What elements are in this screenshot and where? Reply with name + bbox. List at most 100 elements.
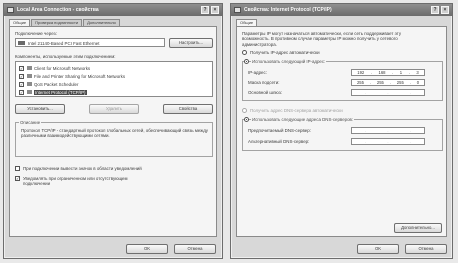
component-checkbox[interactable]: ✓: [19, 90, 24, 95]
ip-address-label: IP-адрес:: [248, 70, 267, 75]
auto-ip-label: Получить IP-адрес автоматически: [250, 50, 320, 55]
network-connection-icon: [7, 7, 14, 13]
component-label: File and Printer Sharing for Microsoft N…: [34, 74, 126, 79]
tab-advanced[interactable]: Дополнительно: [83, 19, 120, 26]
component-checkbox[interactable]: ✓: [19, 74, 24, 79]
configure-button[interactable]: Настроить...: [169, 38, 213, 48]
component-label: QoS Packet Scheduler: [34, 82, 79, 87]
mask-octet: 255: [396, 80, 404, 85]
close-button[interactable]: ×: [211, 6, 219, 14]
auto-dns-label: Получить адрес DNS-сервера автоматически: [250, 108, 343, 113]
list-item-selected[interactable]: ✓ Internet Protocol (TCP/IP): [16, 89, 212, 96]
close-button[interactable]: ×: [441, 6, 449, 14]
properties-icon: [234, 7, 241, 13]
list-item[interactable]: ✓ Client for Microsoft Networks: [16, 65, 212, 72]
ip-dot: .: [410, 128, 412, 133]
description-label: Описание: [19, 120, 42, 126]
ip-octet: 1: [399, 70, 403, 75]
help-button[interactable]: ?: [201, 6, 209, 14]
ip-dot: .: [364, 128, 366, 133]
network-service-icon: [27, 82, 32, 86]
manual-ip-radio[interactable]: [244, 59, 249, 64]
ip-dot: .: [392, 70, 394, 75]
component-checkbox[interactable]: ✓: [19, 66, 24, 71]
ip-dot: .: [410, 139, 412, 144]
local-area-connection-properties-window: Local Area Connection - свойства ? × Общ…: [3, 3, 223, 259]
notify-label: Уведомлять при ограниченном или отсутств…: [23, 176, 128, 187]
mask-octet: 255: [356, 80, 364, 85]
network-client-icon: [27, 66, 32, 70]
cancel-button[interactable]: Отмена: [174, 244, 216, 254]
ip-address-field[interactable]: 192 . 168 . 1 . 3: [351, 69, 425, 76]
ip-dot: .: [409, 80, 411, 85]
manual-dns-group: Использовать следующие адреса DNS-сервер…: [242, 117, 443, 151]
ip-dot: .: [389, 80, 391, 85]
show-icon-label: При подключении вывести значок в области…: [23, 166, 142, 171]
description-text: Протокол TCP/IP - стандартный протокол г…: [21, 128, 208, 139]
advanced-button[interactable]: Дополнительно...: [394, 223, 442, 233]
ip-octet: 3: [416, 70, 419, 75]
component-label: Client for Microsoft Networks: [34, 66, 91, 71]
ip-dot: .: [370, 70, 372, 75]
list-item[interactable]: ✓ File and Printer Sharing for Microsoft…: [16, 73, 212, 80]
notify-checkbox[interactable]: ✓: [15, 176, 20, 181]
description-group: Описание Протокол TCP/IP - стандартный п…: [15, 120, 213, 157]
ip-octet: 192: [357, 70, 365, 75]
ip-dot: .: [364, 90, 366, 95]
ip-dot: .: [410, 90, 412, 95]
ok-button[interactable]: OK: [126, 244, 168, 254]
uninstall-button[interactable]: Удалить: [89, 104, 139, 114]
help-button[interactable]: ?: [431, 6, 439, 14]
gateway-label: Основной шлюз:: [248, 90, 282, 95]
tab-general[interactable]: Общие: [9, 19, 31, 26]
component-label: Internet Protocol (TCP/IP): [34, 90, 87, 96]
ip-dot: .: [387, 139, 389, 144]
right-window-titlebar[interactable]: Свойства: Internet Protocol (TCP/IP) ? ×: [231, 4, 452, 16]
adapter-field: Intel 21140-Based PCI Fast Ethernet: [15, 38, 165, 47]
ok-button[interactable]: OK: [357, 244, 399, 254]
mask-octet: 0: [416, 80, 420, 85]
components-label: Компоненты, используемые этим подключени…: [15, 54, 116, 59]
right-tab-strip: Общие: [236, 19, 258, 26]
ip-dot: .: [387, 90, 389, 95]
ip-dot: .: [369, 80, 371, 85]
list-item[interactable]: ✓ QoS Packet Scheduler: [16, 81, 212, 88]
subnet-mask-label: Маска подсети:: [248, 80, 280, 85]
ip-dot: .: [364, 139, 366, 144]
network-adapter-icon: [18, 41, 25, 45]
auto-ip-radio[interactable]: [242, 50, 247, 55]
ip-octet: 168: [378, 70, 386, 75]
tab-authentication[interactable]: Проверка подлинности: [31, 19, 83, 26]
mask-octet: 255: [376, 80, 384, 85]
manual-ip-label: Использовать следующий IP-адрес:: [251, 59, 327, 65]
left-window-title: Local Area Connection - свойства: [17, 7, 99, 13]
components-list[interactable]: ✓ Client for Microsoft Networks ✓ File a…: [15, 61, 213, 97]
subnet-mask-field[interactable]: 255 . 255 . 255 . 0: [351, 79, 425, 86]
manual-dns-radio[interactable]: [244, 117, 249, 122]
left-general-panel: Подключение через: Intel 21140-Based PCI…: [9, 26, 217, 237]
install-button[interactable]: Установить...: [15, 104, 65, 114]
manual-ip-group: Использовать следующий IP-адрес: IP-адре…: [242, 59, 443, 101]
component-checkbox[interactable]: ✓: [19, 82, 24, 87]
properties-button[interactable]: Свойства: [163, 104, 213, 114]
left-window-titlebar[interactable]: Local Area Connection - свойства ? ×: [4, 4, 222, 16]
alternate-dns-field[interactable]: . . .: [351, 138, 425, 145]
gateway-field[interactable]: . . .: [351, 89, 425, 96]
show-icon-checkbox[interactable]: [15, 166, 20, 171]
cancel-button[interactable]: Отмена: [405, 244, 447, 254]
ip-dot: .: [408, 70, 410, 75]
alternate-dns-label: Альтернативный DNS-сервер:: [248, 139, 310, 144]
manual-dns-label: Использовать следующие адреса DNS-сервер…: [251, 117, 355, 123]
tab-general[interactable]: Общие: [236, 19, 258, 26]
right-general-panel: Параметры IP могут назначаться автоматич…: [236, 26, 447, 237]
preferred-dns-label: Предпочитаемый DNS-сервер:: [248, 128, 311, 133]
network-service-icon: [27, 74, 32, 78]
network-protocol-icon: [27, 90, 32, 94]
connect-using-label: Подключение через:: [15, 31, 57, 36]
tcpip-properties-window: Свойства: Internet Protocol (TCP/IP) ? ×…: [230, 3, 453, 259]
left-tab-strip: Общие Проверка подлинности Дополнительно: [9, 19, 121, 26]
preferred-dns-field[interactable]: . . .: [351, 127, 425, 134]
right-window-title: Свойства: Internet Protocol (TCP/IP): [244, 7, 332, 13]
auto-dns-radio[interactable]: [242, 108, 247, 113]
ip-dot: .: [387, 128, 389, 133]
